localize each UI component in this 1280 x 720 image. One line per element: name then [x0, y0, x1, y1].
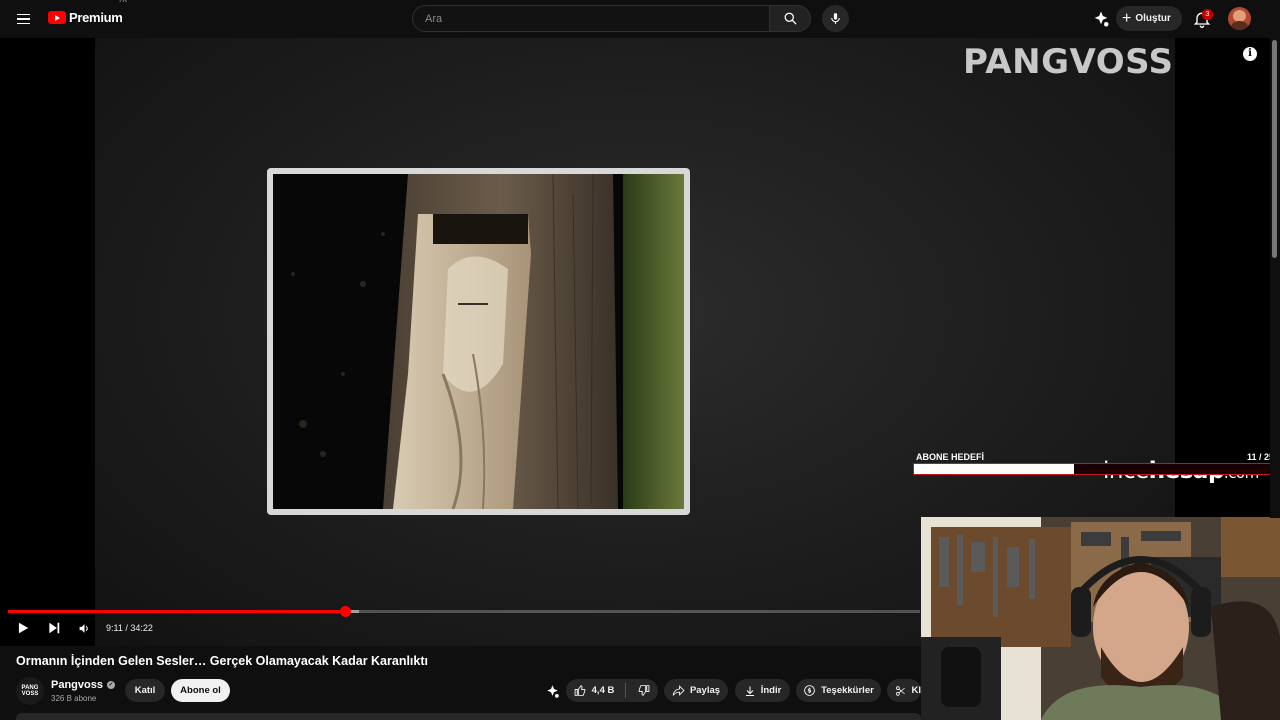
search-icon [784, 12, 797, 25]
like-count[interactable]: 4,4 B [592, 685, 615, 696]
volume-icon [79, 623, 88, 633]
framed-photo [267, 168, 690, 515]
user-avatar[interactable] [1228, 7, 1251, 30]
page-scrollbar[interactable] [1270, 38, 1280, 518]
voice-search-button[interactable] [822, 5, 849, 32]
youtube-play-icon [48, 11, 66, 24]
search-box [412, 5, 770, 32]
progress-bar[interactable] [8, 606, 920, 617]
menu-icon[interactable] [12, 8, 36, 30]
thumbs-up-icon[interactable] [574, 684, 587, 697]
played-bar [8, 610, 346, 613]
download-icon [745, 686, 754, 696]
description-box-edge[interactable] [16, 713, 921, 720]
notification-count-badge: 3 [1202, 9, 1213, 20]
microphone-icon [831, 13, 840, 24]
streamer-webcam [921, 517, 1280, 720]
super-thanks-icon: $ [804, 685, 815, 696]
goal-progress-fill [914, 464, 1075, 474]
share-label: Paylaş [689, 685, 721, 696]
download-label: İndir [760, 685, 782, 696]
thanks-label: Teşekkürler [821, 685, 874, 696]
svg-text:$: $ [808, 688, 812, 695]
tree-carving-image [273, 174, 684, 509]
clip-label: Kl [911, 685, 922, 696]
time-display: 9:11 / 34:22 [106, 623, 153, 633]
goal-progress-bar [913, 463, 1279, 475]
channel-avatar[interactable]: PANG VOSS [16, 677, 44, 705]
video-title: Ormanın İçinden Gelen Sesler… Gerçek Ola… [16, 654, 428, 668]
search-button[interactable] [769, 5, 811, 32]
letterbox-left [0, 38, 95, 646]
volume-button[interactable] [78, 620, 91, 636]
next-icon [49, 622, 60, 634]
verified-check-icon: ✓ [106, 681, 115, 689]
country-code: TR [118, 0, 128, 4]
subscribe-button[interactable]: Abone ol [171, 679, 230, 702]
channel-watermark: PANGVOSS [963, 42, 1174, 82]
play-icon [18, 622, 29, 634]
share-icon [672, 685, 685, 696]
scrollbar-thumb[interactable] [1272, 40, 1277, 258]
plus-icon: + [1122, 9, 1132, 27]
goal-label: ABONE HEDEFİ [916, 452, 985, 462]
create-label: Oluştur [1135, 13, 1171, 24]
top-bar: Premium TR + Oluştur 3 [0, 0, 1280, 38]
download-button[interactable]: İndir [735, 679, 790, 702]
youtube-premium-logo[interactable]: Premium [48, 10, 123, 25]
create-button[interactable]: + Oluştur [1116, 6, 1182, 31]
scissors-icon [896, 685, 905, 696]
search-input[interactable] [425, 12, 769, 25]
clip-button[interactable]: Kl [887, 679, 921, 702]
play-button[interactable] [16, 620, 30, 636]
subscriber-count: 326 B abone [51, 694, 97, 703]
thanks-button[interactable]: $ Teşekkürler [796, 679, 881, 702]
logo-text: Premium [69, 10, 123, 25]
channel-name-text: Pangvoss [51, 679, 103, 691]
subscriber-goal-widget: ABONE HEDEFİ 11 / 25 [912, 450, 1280, 478]
channel-name[interactable]: Pangvoss ✓ [51, 679, 115, 691]
join-button[interactable]: Katıl [125, 679, 165, 702]
thumbs-down-icon[interactable] [637, 684, 650, 697]
share-button[interactable]: Paylaş [664, 679, 728, 702]
like-divider [625, 683, 627, 698]
like-dislike-group: 4,4 B [566, 679, 658, 702]
next-button[interactable] [47, 620, 61, 636]
ai-sparkle-icon[interactable] [1092, 10, 1110, 28]
info-icon[interactable]: i [1243, 47, 1257, 61]
ai-sparkle-icon[interactable] [545, 684, 560, 699]
